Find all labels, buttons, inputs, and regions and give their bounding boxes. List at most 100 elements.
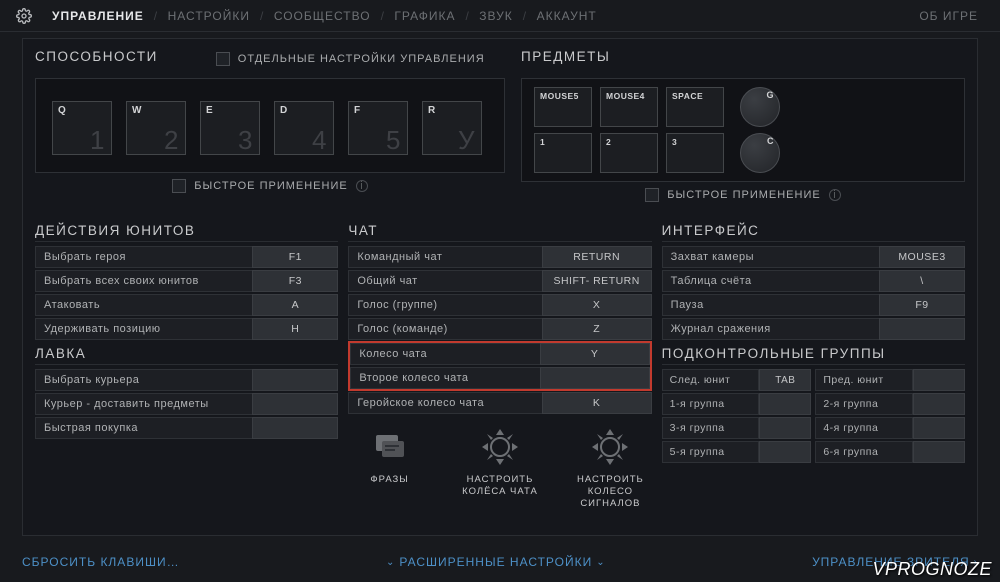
tp-scroll-slot[interactable]: G <box>740 87 780 127</box>
advanced-settings-link[interactable]: ⌄ РАСШИРЕННЫЕ НАСТРОЙКИ ⌄ <box>386 555 606 569</box>
bind-chat-wheel[interactable]: Колесо чата <box>350 343 539 365</box>
ability-slot-3[interactable]: E3 <box>200 101 260 155</box>
unit-actions-title: ДЕЙСТВИЯ ЮНИТОВ <box>35 223 338 238</box>
item-slot-4[interactable]: 1 <box>534 133 592 173</box>
key-select-courier[interactable] <box>252 369 338 391</box>
tab-about[interactable]: ОБ ИГРЕ <box>913 9 984 23</box>
settings-gear-icon[interactable] <box>16 8 32 24</box>
separate-controls-checkbox[interactable] <box>216 52 230 66</box>
items-title: ПРЕДМЕТЫ <box>521 49 610 64</box>
key-all-chat[interactable]: SHIFT- RETURN <box>542 270 652 292</box>
key-hero-chat-wheel[interactable]: K <box>542 392 652 414</box>
key-hold[interactable]: H <box>252 318 338 340</box>
signal-wheel-button[interactable]: НАСТРОИТЬ КОЛЕСО СИГНАЛОВ <box>569 424 651 510</box>
bind-prev-unit[interactable]: Пред. юнит <box>815 369 913 391</box>
bind-quickbuy[interactable]: Быстрая покупка <box>35 417 252 439</box>
key-team-chat[interactable]: RETURN <box>542 246 652 268</box>
abilities-quickcast-checkbox[interactable] <box>172 179 186 193</box>
key-group-1[interactable] <box>759 393 811 415</box>
bind-all-chat[interactable]: Общий чат <box>348 270 541 292</box>
bind-combat-log[interactable]: Журнал сражения <box>662 318 879 340</box>
key-select-hero[interactable]: F1 <box>252 246 338 268</box>
top-nav: УПРАВЛЕНИЕ / НАСТРОЙКИ / СООБЩЕСТВО / ГР… <box>0 0 1000 32</box>
key-chat-wheel-2[interactable] <box>540 367 650 389</box>
key-attack[interactable]: A <box>252 294 338 316</box>
ability-slots: Q1 W2 E3 D4 F5 RУ <box>35 78 505 173</box>
phrases-icon <box>367 424 413 470</box>
separate-controls-label: ОТДЕЛЬНЫЕ НАСТРОЙКИ УПРАВЛЕНИЯ <box>238 53 485 65</box>
reset-keys-link[interactable]: СБРОСИТЬ КЛАВИШИ… <box>22 555 180 569</box>
item-slot-1[interactable]: MOUSE5 <box>534 87 592 127</box>
bind-next-unit[interactable]: След. юнит <box>662 369 760 391</box>
bind-group-4[interactable]: 4-я группа <box>815 417 913 439</box>
key-group-3[interactable] <box>759 417 811 439</box>
item-slot-3[interactable]: SPACE <box>666 87 724 127</box>
chevron-down-icon: ⌄ <box>596 557 605 568</box>
bind-group-5[interactable]: 5-я группа <box>662 441 760 463</box>
key-next-unit[interactable]: TAB <box>759 369 811 391</box>
ability-slot-5[interactable]: F5 <box>348 101 408 155</box>
key-pause[interactable]: F9 <box>879 294 965 316</box>
abilities-quickcast-label: БЫСТРОЕ ПРИМЕНЕНИЕ <box>194 180 347 192</box>
bind-camera-grip[interactable]: Захват камеры <box>662 246 879 268</box>
bind-courier-deliver[interactable]: Курьер - доставить предметы <box>35 393 252 415</box>
bind-chat-wheel-2[interactable]: Второе колесо чата <box>350 367 539 389</box>
col-interface: ИНТЕРФЕЙС Захват камерыMOUSE3 Таблица сч… <box>662 223 965 510</box>
ability-slot-1[interactable]: Q1 <box>52 101 112 155</box>
tab-settings[interactable]: НАСТРОЙКИ <box>162 9 256 23</box>
bind-select-hero[interactable]: Выбрать героя <box>35 246 252 268</box>
item-slot-2[interactable]: MOUSE4 <box>600 87 658 127</box>
bind-group-1[interactable]: 1-я группа <box>662 393 760 415</box>
bind-attack[interactable]: Атаковать <box>35 294 252 316</box>
item-slot-6[interactable]: 3 <box>666 133 724 173</box>
bind-voice-team[interactable]: Голос (команде) <box>348 318 541 340</box>
key-camera-grip[interactable]: MOUSE3 <box>879 246 965 268</box>
tab-graphics[interactable]: ГРАФИКА <box>388 9 461 23</box>
bind-scoreboard[interactable]: Таблица счёта <box>662 270 879 292</box>
chevron-down-icon: ⌄ <box>386 557 395 568</box>
bind-team-chat[interactable]: Командный чат <box>348 246 541 268</box>
key-voice-party[interactable]: X <box>542 294 652 316</box>
shop-title: ЛАВКА <box>35 346 338 361</box>
key-group-4[interactable] <box>913 417 965 439</box>
key-select-all[interactable]: F3 <box>252 270 338 292</box>
info-icon[interactable]: i <box>356 180 368 192</box>
phrases-button[interactable]: ФРАЗЫ <box>348 424 430 510</box>
chat-wheels-button[interactable]: НАСТРОИТЬ КОЛЁСА ЧАТА <box>459 424 541 510</box>
ability-slot-6[interactable]: RУ <box>422 101 482 155</box>
bind-select-courier[interactable]: Выбрать курьера <box>35 369 252 391</box>
items-quickcast-label: БЫСТРОЕ ПРИМЕНЕНИЕ <box>667 189 820 201</box>
bind-group-2[interactable]: 2-я группа <box>815 393 913 415</box>
key-group-5[interactable] <box>759 441 811 463</box>
bind-select-all[interactable]: Выбрать всех своих юнитов <box>35 270 252 292</box>
info-icon[interactable]: i <box>829 189 841 201</box>
bind-hero-chat-wheel[interactable]: Геройское колесо чата <box>348 392 541 414</box>
items-quickcast-checkbox[interactable] <box>645 188 659 202</box>
bind-group-6[interactable]: 6-я группа <box>815 441 913 463</box>
key-combat-log[interactable] <box>879 318 965 340</box>
tab-sound[interactable]: ЗВУК <box>473 9 518 23</box>
tab-account[interactable]: АККАУНТ <box>531 9 603 23</box>
key-scoreboard[interactable]: \ <box>879 270 965 292</box>
bind-voice-party[interactable]: Голос (группе) <box>348 294 541 316</box>
item-slot-5[interactable]: 2 <box>600 133 658 173</box>
key-quickbuy[interactable] <box>252 417 338 439</box>
control-groups-title: ПОДКОНТРОЛЬНЫЕ ГРУППЫ <box>662 346 965 361</box>
tab-controls[interactable]: УПРАВЛЕНИЕ <box>46 9 150 23</box>
key-voice-team[interactable]: Z <box>542 318 652 340</box>
key-prev-unit[interactable] <box>913 369 965 391</box>
item-slots: MOUSE5 MOUSE4 SPACE 1 2 3 G C <box>521 78 965 182</box>
chat-wheel-highlight: Колесо чатаY Второе колесо чата <box>348 341 651 391</box>
bind-pause[interactable]: Пауза <box>662 294 879 316</box>
key-group-6[interactable] <box>913 441 965 463</box>
key-group-2[interactable] <box>913 393 965 415</box>
neutral-item-slot[interactable]: C <box>740 133 780 173</box>
key-courier-deliver[interactable] <box>252 393 338 415</box>
ability-slot-4[interactable]: D4 <box>274 101 334 155</box>
wheel-icon <box>477 424 523 470</box>
bind-hold[interactable]: Удерживать позицию <box>35 318 252 340</box>
tab-community[interactable]: СООБЩЕСТВО <box>268 9 377 23</box>
key-chat-wheel[interactable]: Y <box>540 343 650 365</box>
ability-slot-2[interactable]: W2 <box>126 101 186 155</box>
bind-group-3[interactable]: 3-я группа <box>662 417 760 439</box>
